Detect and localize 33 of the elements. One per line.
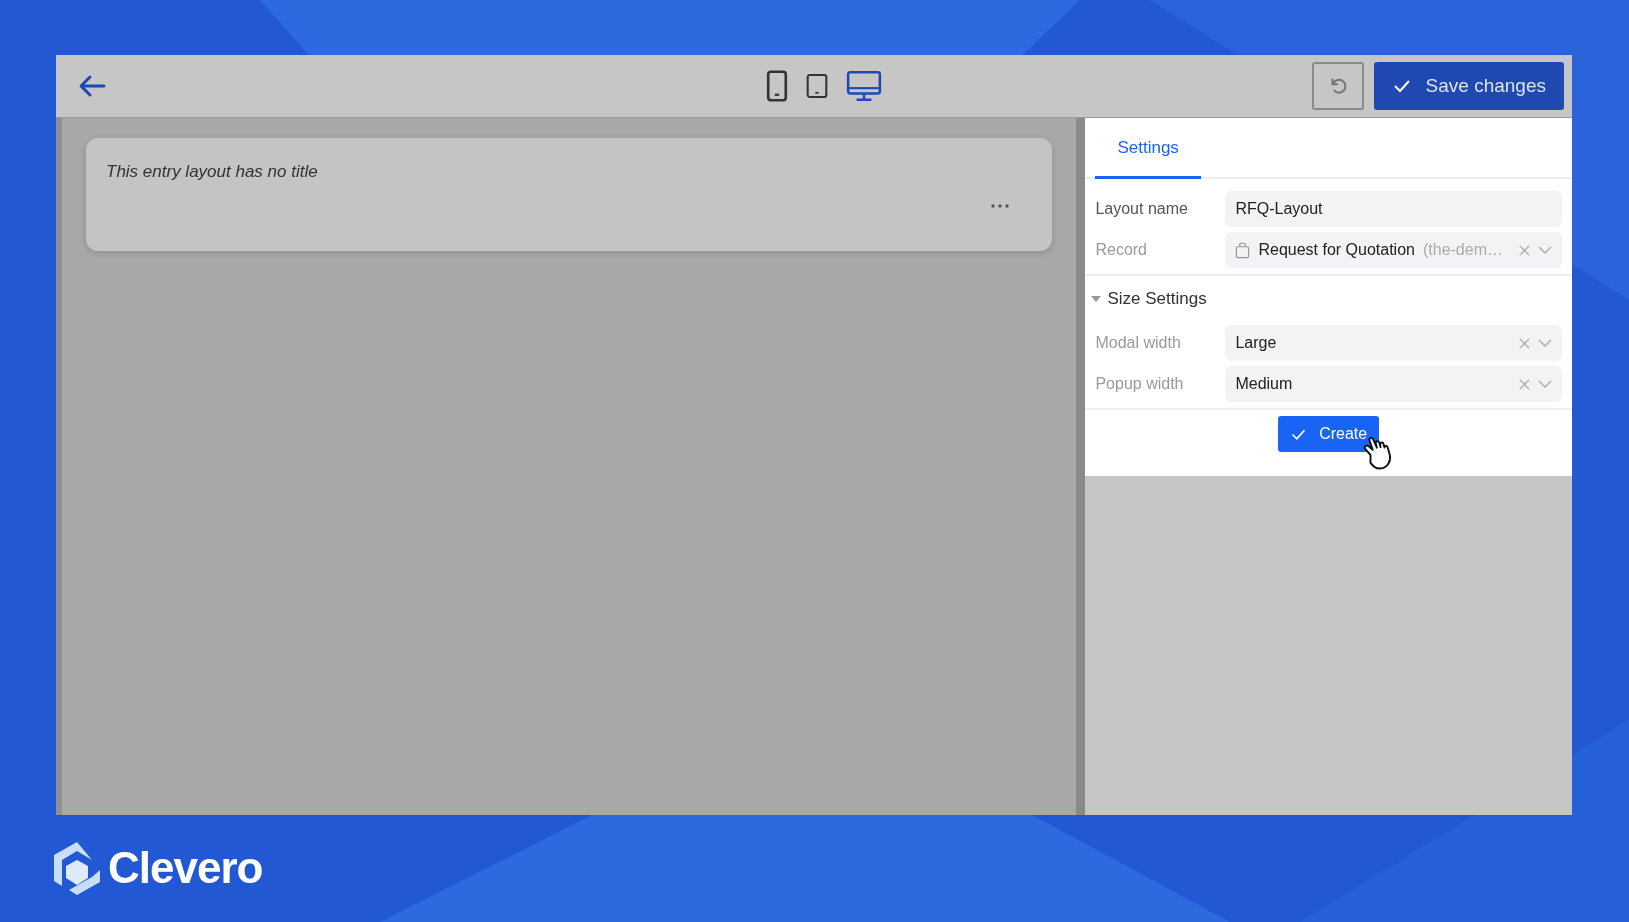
back-arrow-icon[interactable] — [78, 74, 106, 98]
chevron-down-icon[interactable] — [1538, 246, 1552, 254]
select-field[interactable]: Medium — [1225, 366, 1562, 402]
field-label: Modal width — [1095, 334, 1182, 352]
field-value: Medium — [1235, 375, 1293, 393]
field-label: Popup width — [1095, 375, 1185, 393]
chevron-down-icon[interactable] — [1538, 339, 1552, 347]
settings-tab[interactable]: Settings — [1095, 118, 1201, 179]
record-select[interactable]: Request for Quotation (the-dem… — [1225, 232, 1562, 268]
brand-name: Clevero — [108, 843, 263, 893]
clear-icon[interactable] — [1519, 378, 1530, 390]
select-field[interactable]: Large — [1225, 325, 1562, 361]
cube-logo-icon — [52, 840, 102, 896]
field-label: Record — [1095, 241, 1148, 259]
field-value: Request for Quotation — [1258, 241, 1415, 259]
clear-icon[interactable] — [1519, 244, 1530, 256]
more-options-icon[interactable] — [991, 204, 1009, 208]
card-title: This entry layout has no title — [106, 162, 319, 182]
save-changes-button[interactable]: Save changes — [1373, 62, 1564, 110]
input-field[interactable]: RFQ-Layout — [1225, 191, 1562, 227]
undo-button[interactable] — [1311, 62, 1364, 110]
record-hint: (the-dem… — [1422, 241, 1503, 259]
field-label: Layout name — [1095, 200, 1189, 218]
section-title[interactable]: Size Settings — [1107, 289, 1207, 309]
clear-icon[interactable] — [1519, 337, 1530, 349]
chevron-down-icon[interactable] — [1538, 380, 1552, 388]
field-value: Large — [1235, 334, 1277, 352]
create-button[interactable]: Create — [1278, 416, 1380, 452]
phone-icon[interactable] — [765, 69, 788, 103]
collapse-triangle-icon[interactable] — [1091, 296, 1102, 302]
monitor-icon[interactable] — [845, 70, 882, 102]
bag-icon — [1235, 241, 1251, 259]
field-value: RFQ-Layout — [1235, 200, 1323, 218]
